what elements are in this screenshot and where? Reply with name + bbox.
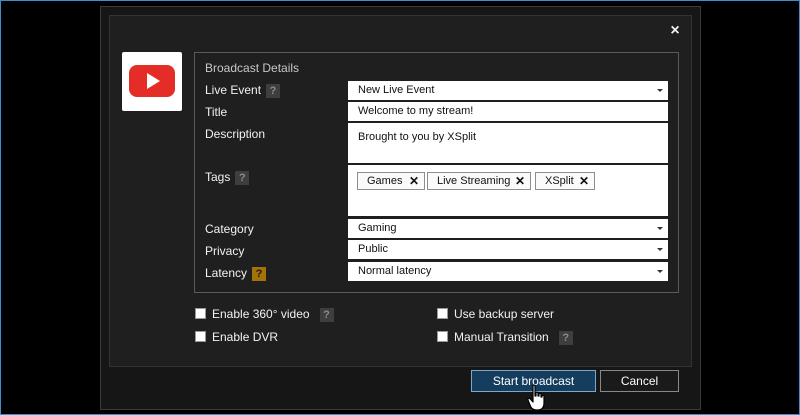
- description-value: Brought to you by XSplit: [358, 131, 477, 143]
- backup-server-option[interactable]: Use backup server: [437, 307, 554, 321]
- youtube-play-icon: [129, 65, 175, 97]
- help-icon[interactable]: ?: [558, 330, 573, 345]
- tag-label: Live Streaming: [437, 175, 511, 187]
- enable-360-option[interactable]: Enable 360° video?: [195, 307, 334, 322]
- backup-server-checkbox[interactable]: [437, 308, 448, 320]
- category-value: Gaming: [358, 222, 397, 234]
- chevron-down-icon: [657, 227, 663, 230]
- enable-dvr-checkbox[interactable]: [195, 331, 206, 343]
- enable-dvr-option[interactable]: Enable DVR: [195, 330, 278, 344]
- help-icon[interactable]: ?: [319, 307, 334, 322]
- enable-360-checkbox[interactable]: [195, 308, 206, 320]
- category-select[interactable]: Gaming: [348, 219, 668, 238]
- hand-cursor-icon: [527, 384, 545, 411]
- live-event-value: New Live Event: [358, 84, 435, 96]
- tag-label: Games: [367, 175, 403, 187]
- tag-chip: XSplit ✕: [535, 172, 595, 190]
- group-title: Broadcast Details: [205, 61, 300, 75]
- privacy-value: Public: [358, 243, 388, 255]
- category-label: Category: [205, 222, 254, 236]
- tag-chip: Live Streaming ✕: [427, 172, 531, 190]
- title-input[interactable]: Welcome to my stream!: [348, 102, 668, 121]
- remove-tag-icon[interactable]: ✕: [579, 173, 589, 189]
- tags-label-text: Tags: [205, 170, 231, 184]
- backup-server-label: Use backup server: [454, 307, 555, 321]
- description-label: Description: [205, 127, 266, 141]
- title-value: Welcome to my stream!: [358, 105, 474, 117]
- manual-transition-checkbox[interactable]: [437, 331, 448, 343]
- latency-select[interactable]: Normal latency: [348, 262, 668, 281]
- tags-label: Tags?: [205, 170, 250, 185]
- help-icon[interactable]: ?: [266, 83, 281, 98]
- tag-chip: Games ✕: [357, 172, 425, 190]
- chevron-down-icon: [657, 89, 663, 92]
- latency-label-text: Latency: [205, 266, 248, 280]
- youtube-logo: [122, 52, 182, 111]
- remove-tag-icon[interactable]: ✕: [515, 173, 525, 189]
- privacy-select[interactable]: Public: [348, 240, 668, 259]
- enable-dvr-label: Enable DVR: [212, 330, 279, 344]
- tag-label: XSplit: [545, 175, 574, 187]
- chevron-down-icon: [657, 248, 663, 251]
- live-event-label: Live Event?: [205, 83, 281, 98]
- live-event-label-text: Live Event: [205, 83, 262, 97]
- title-label: Title: [205, 105, 228, 119]
- chevron-down-icon: [657, 270, 663, 273]
- remove-tag-icon[interactable]: ✕: [409, 173, 419, 189]
- help-icon[interactable]: ?: [252, 266, 267, 281]
- help-icon[interactable]: ?: [235, 170, 250, 185]
- tags-input[interactable]: Games ✕ Live Streaming ✕ XSplit ✕: [348, 165, 668, 216]
- enable-360-label: Enable 360° video: [212, 307, 310, 321]
- description-textarea[interactable]: Brought to you by XSplit: [348, 123, 668, 163]
- manual-transition-option[interactable]: Manual Transition?: [437, 330, 573, 345]
- live-event-select[interactable]: New Live Event: [348, 81, 668, 100]
- close-icon[interactable]: ×: [666, 22, 684, 40]
- manual-transition-label: Manual Transition: [454, 330, 549, 344]
- privacy-label: Privacy: [205, 244, 245, 258]
- latency-label: Latency?: [205, 266, 267, 281]
- cancel-button[interactable]: Cancel: [600, 370, 679, 392]
- latency-value: Normal latency: [358, 265, 432, 277]
